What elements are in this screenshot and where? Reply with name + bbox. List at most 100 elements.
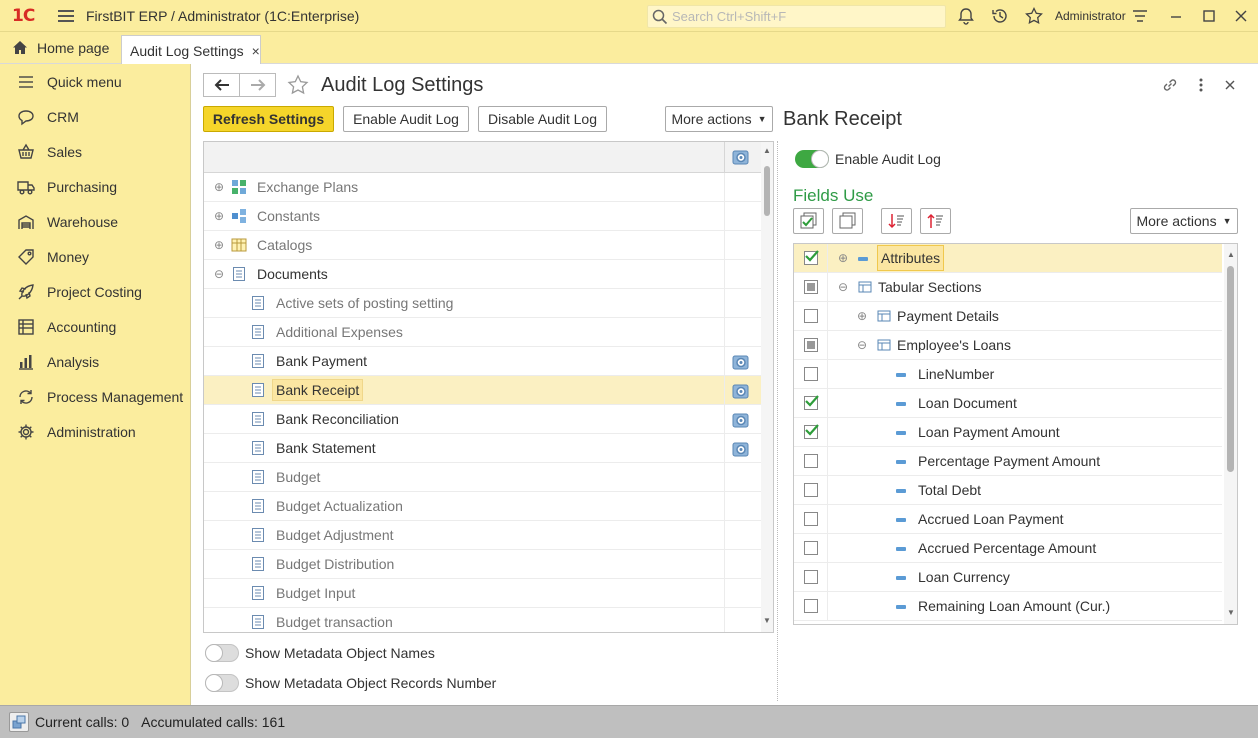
expand-icon[interactable]: ⊕ [838, 251, 848, 265]
field-row[interactable]: ⊖ Tabular Sections [794, 273, 1222, 302]
server-calls-icon[interactable] [9, 712, 29, 732]
show-names-toggle[interactable] [205, 644, 239, 662]
link-icon[interactable] [1161, 76, 1179, 94]
field-checkbox[interactable] [804, 570, 818, 584]
panel-splitter[interactable] [777, 141, 778, 701]
scroll-up-icon[interactable]: ▲ [763, 146, 771, 155]
fields-tree[interactable]: ▲ ▼ ⊕ Attributes ⊖ Tabular Sections ⊕ Payment… [793, 243, 1238, 625]
sort-ascending-button[interactable] [881, 208, 912, 234]
sidebar-item-administration[interactable]: Administration [0, 414, 190, 449]
sidebar-item-purchasing[interactable]: Purchasing [0, 169, 190, 204]
favorite-star-icon[interactable] [287, 74, 309, 96]
field-row[interactable]: ⊖ Employee's Loans [794, 331, 1222, 360]
more-actions-button[interactable]: More actions ▼ [665, 106, 773, 132]
sidebar-item-money[interactable]: Money [0, 239, 190, 274]
sidebar-item-accounting[interactable]: Accounting [0, 309, 190, 344]
close-window-icon[interactable] [1232, 7, 1250, 25]
maximize-icon[interactable] [1200, 7, 1218, 25]
tree-row[interactable]: Additional Expenses [204, 318, 761, 347]
tree-row[interactable]: Budget [204, 463, 761, 492]
field-row[interactable]: ⊕ Attributes [794, 244, 1222, 273]
tree-row[interactable]: Budget Distribution [204, 550, 761, 579]
field-checkbox[interactable] [804, 483, 818, 497]
field-row[interactable]: Loan Document [794, 389, 1222, 418]
more-vertical-icon[interactable] [1192, 76, 1210, 94]
tree-row[interactable]: ⊕ Catalogs [204, 231, 761, 260]
collapse-icon[interactable]: ⊖ [838, 280, 848, 294]
fields-scroll-thumb[interactable] [1227, 266, 1234, 472]
field-row[interactable]: Accrued Loan Payment [794, 505, 1222, 534]
scroll-down-icon[interactable]: ▼ [1227, 608, 1235, 617]
field-checkbox[interactable] [804, 424, 819, 439]
tree-row[interactable]: ⊕ Constants [204, 202, 761, 231]
show-records-toggle[interactable] [205, 674, 239, 692]
check-all-button[interactable] [793, 208, 824, 234]
search-input[interactable]: Search Ctrl+Shift+F [647, 5, 946, 28]
tree-row[interactable]: Budget transaction [204, 608, 761, 632]
tree-row[interactable]: Active sets of posting setting [204, 289, 761, 318]
field-row[interactable]: Remaining Loan Amount (Cur.) [794, 592, 1222, 621]
field-row[interactable]: ⊕ Payment Details [794, 302, 1222, 331]
close-tab-icon[interactable]: × [252, 43, 260, 59]
collapse-icon[interactable]: ⊖ [213, 267, 225, 281]
expand-icon[interactable]: ⊕ [213, 209, 225, 223]
sidebar-item-crm[interactable]: CRM [0, 99, 190, 134]
tree-row[interactable]: Bank Reconciliation [204, 405, 761, 434]
field-row[interactable]: Loan Currency [794, 563, 1222, 592]
metadata-tree[interactable]: ▲ ▼ ⊕ Exchange Plans ⊕ Constants ⊕ Catalogs ⊖ D… [203, 141, 774, 633]
field-checkbox[interactable] [804, 280, 818, 294]
field-row[interactable]: Total Debt [794, 476, 1222, 505]
sidebar-item-warehouse[interactable]: Warehouse [0, 204, 190, 239]
enable-audit-log-button[interactable]: Enable Audit Log [343, 106, 469, 132]
sort-descending-button[interactable] [920, 208, 951, 234]
tree-row[interactable]: Bank Payment [204, 347, 761, 376]
back-button[interactable] [203, 73, 240, 97]
bell-icon[interactable] [957, 7, 975, 25]
tree-row[interactable]: ⊕ Exchange Plans [204, 173, 761, 202]
expand-icon[interactable]: ⊕ [213, 180, 225, 194]
audit-settings-gear-icon[interactable] [732, 353, 750, 371]
scroll-up-icon[interactable]: ▲ [1227, 250, 1235, 259]
tab-home-page[interactable]: Home page [0, 32, 118, 63]
settings-menu-icon[interactable] [1131, 7, 1149, 25]
enable-audit-log-toggle[interactable] [795, 150, 829, 168]
field-checkbox[interactable] [804, 395, 819, 410]
audit-settings-gear-icon[interactable] [732, 382, 750, 400]
uncheck-all-button[interactable] [832, 208, 863, 234]
tree-row[interactable]: Bank Receipt [204, 376, 761, 405]
disable-audit-log-button[interactable]: Disable Audit Log [478, 106, 607, 132]
tree-scroll-thumb[interactable] [764, 166, 770, 216]
sidebar-item-project-costing[interactable]: Project Costing [0, 274, 190, 309]
tree-row[interactable]: Budget Adjustment [204, 521, 761, 550]
tree-row[interactable]: Bank Statement [204, 434, 761, 463]
tab-audit-log-settings[interactable]: Audit Log Settings × [121, 35, 261, 65]
audit-settings-gear-icon[interactable] [732, 440, 750, 458]
refresh-settings-button[interactable]: Refresh Settings [203, 106, 334, 132]
field-row[interactable]: Accrued Percentage Amount [794, 534, 1222, 563]
field-row[interactable]: LineNumber [794, 360, 1222, 389]
field-checkbox[interactable] [804, 367, 818, 381]
main-menu-icon[interactable] [58, 9, 74, 22]
field-row[interactable]: Percentage Payment Amount [794, 447, 1222, 476]
field-checkbox[interactable] [804, 309, 818, 323]
tree-scrollbar[interactable]: ▲ ▼ [761, 142, 773, 632]
history-icon[interactable] [991, 7, 1009, 25]
sidebar-item-analysis[interactable]: Analysis [0, 344, 190, 379]
field-row[interactable]: Loan Payment Amount [794, 418, 1222, 447]
close-form-icon[interactable] [1221, 76, 1239, 94]
field-checkbox[interactable] [804, 454, 818, 468]
tree-row[interactable]: ⊖ Documents [204, 260, 761, 289]
minimize-icon[interactable] [1167, 7, 1185, 25]
expand-icon[interactable]: ⊕ [857, 309, 867, 323]
field-checkbox[interactable] [804, 541, 818, 555]
collapse-icon[interactable]: ⊖ [857, 338, 867, 352]
sidebar-item-process-management[interactable]: Process Management [0, 379, 190, 414]
scroll-down-icon[interactable]: ▼ [763, 616, 771, 625]
fields-scrollbar[interactable]: ▲ ▼ [1224, 244, 1237, 624]
sidebar-item-sales[interactable]: Sales [0, 134, 190, 169]
favorites-star-icon[interactable] [1025, 7, 1043, 25]
tree-row[interactable]: Budget Input [204, 579, 761, 608]
expand-icon[interactable]: ⊕ [213, 238, 225, 252]
forward-button[interactable] [239, 73, 276, 97]
field-checkbox[interactable] [804, 338, 818, 352]
